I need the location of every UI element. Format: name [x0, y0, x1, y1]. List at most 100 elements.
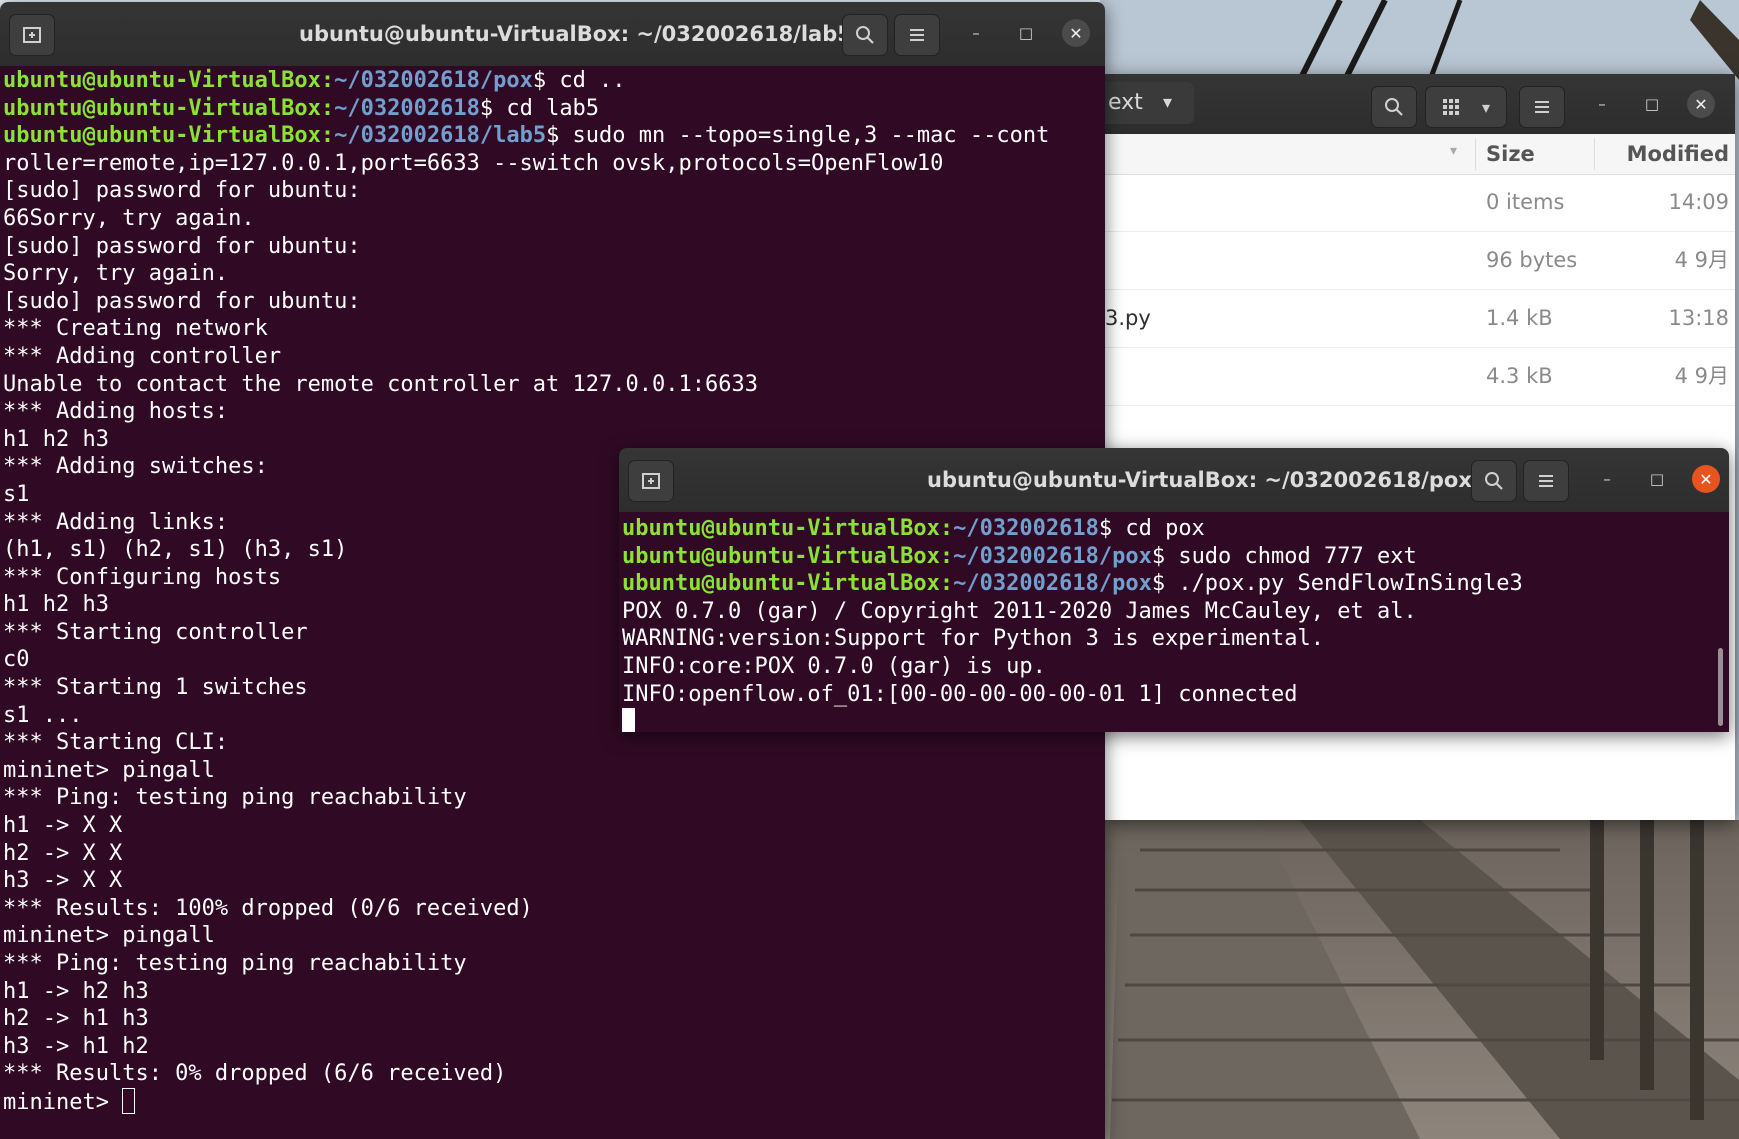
- close-icon[interactable]: ✕: [1062, 19, 1090, 47]
- terminal-line: mininet> pingall: [3, 757, 1105, 785]
- output-text: (h1, s1) (h2, s1) (h3, s1): [3, 537, 348, 563]
- menu-button[interactable]: [1523, 460, 1569, 502]
- terminal-line: INFO:openflow.of_01:[00-00-00-00-00-01 1…: [622, 681, 1729, 709]
- terminal-line: 66Sorry, try again.: [3, 205, 1105, 233]
- terminal-line: *** Starting CLI:: [3, 729, 1105, 757]
- search-button[interactable]: [842, 14, 888, 56]
- minimize-icon[interactable]: –: [962, 19, 990, 47]
- file-manager-headerbar: ext ▾ ▾ – □ ✕: [1105, 74, 1735, 135]
- file-row[interactable]: 4.3 kB 4 9月: [1105, 348, 1735, 406]
- new-tab-icon: [23, 27, 41, 43]
- output-text: *** Configuring hosts: [3, 564, 282, 590]
- terminal-line: INFO:core:POX 0.7.0 (gar) is up.: [622, 653, 1729, 681]
- terminal-line: *** Adding controller: [3, 343, 1105, 371]
- output-text: *** Starting controller: [3, 619, 308, 645]
- file-row[interactable]: 0 items 14:09: [1105, 174, 1735, 232]
- output-text: h2 -> h1 h3: [3, 1006, 149, 1032]
- menu-icon: [1539, 475, 1553, 487]
- menu-button[interactable]: [894, 14, 940, 56]
- path-breadcrumb[interactable]: ext ▾: [1105, 82, 1194, 124]
- terminal-line: mininet>: [3, 1087, 1105, 1116]
- terminal-line: ubuntu@ubuntu-VirtualBox:~/032002618$ cd…: [622, 515, 1729, 543]
- maximize-icon[interactable]: □: [1638, 90, 1666, 118]
- new-tab-icon: [642, 473, 660, 489]
- command-text: $ sudo mn --topo=single,3 --mac --cont: [546, 123, 1050, 149]
- text-cursor: [622, 708, 635, 732]
- output-text: s1 ...: [3, 702, 83, 728]
- output-text: *** Results: 0% dropped (6/6 received): [3, 1061, 507, 1087]
- prompt-user: ubuntu@ubuntu-VirtualBox: [622, 543, 940, 569]
- file-row[interactable]: 96 bytes 4 9月: [1105, 232, 1735, 290]
- prompt-path: ~/032002618/pox: [953, 571, 1152, 597]
- view-toggle-button[interactable]: ▾: [1425, 86, 1507, 128]
- output-text: h3 -> h1 h2: [3, 1033, 149, 1059]
- close-icon[interactable]: ✕: [1687, 90, 1715, 118]
- minimize-icon[interactable]: –: [1588, 90, 1616, 118]
- search-icon: [1485, 472, 1503, 490]
- terminal-line: [622, 708, 1729, 732]
- output-text: h1 h2 h3: [3, 592, 109, 618]
- terminal-line: *** Ping: testing ping reachability: [3, 784, 1105, 812]
- sort-arrow-icon[interactable]: ▾: [1450, 143, 1457, 159]
- grid-view-icon: [1442, 99, 1459, 115]
- search-button[interactable]: [1471, 460, 1517, 502]
- terminal-line: ubuntu@ubuntu-VirtualBox:~/032002618$ cd…: [3, 95, 1105, 123]
- file-size: 1.4 kB: [1486, 306, 1553, 330]
- breadcrumb-label: ext: [1108, 90, 1143, 115]
- output-text: 66Sorry, try again.: [3, 205, 255, 231]
- search-icon: [856, 26, 874, 44]
- maximize-icon[interactable]: □: [1012, 19, 1040, 47]
- prompt-path: ~/032002618/pox: [334, 68, 533, 93]
- new-tab-button[interactable]: [9, 14, 55, 56]
- output-text: Unable to contact the remote controller …: [3, 371, 758, 397]
- size-column-header[interactable]: Size: [1486, 134, 1535, 174]
- output-text: h3 -> X X: [3, 868, 123, 894]
- modified-column-header[interactable]: Modified: [1627, 134, 1729, 174]
- output-text: INFO:core:POX 0.7.0 (gar) is up.: [622, 653, 1046, 679]
- view-options-icon[interactable]: ▾: [1482, 98, 1490, 117]
- maximize-icon[interactable]: □: [1643, 465, 1671, 493]
- dropdown-arrow-icon[interactable]: ▾: [1163, 82, 1172, 124]
- scrollbar[interactable]: [1718, 648, 1723, 726]
- terminal-line: [sudo] password for ubuntu:: [3, 177, 1105, 205]
- output-text: [sudo] password for ubuntu:: [3, 178, 361, 204]
- file-size: 0 items: [1486, 190, 1565, 214]
- menu-icon: [1535, 101, 1549, 113]
- output-text: *** Starting 1 switches: [3, 675, 308, 701]
- output-text: Sorry, try again.: [3, 261, 229, 287]
- terminal-line: *** Results: 0% dropped (6/6 received): [3, 1060, 1105, 1088]
- command-text: $ cd pox: [1098, 516, 1205, 541]
- menu-button[interactable]: [1519, 86, 1565, 128]
- output-text: [sudo] password for ubuntu:: [3, 288, 361, 314]
- prompt-separator: :: [320, 95, 335, 121]
- prompt-user: ubuntu@ubuntu-VirtualBox: [3, 95, 321, 121]
- terminal-line: [sudo] password for ubuntu:: [3, 233, 1105, 261]
- terminal-line: Sorry, try again.: [3, 260, 1105, 288]
- output-text: WARNING:version:Support for Python 3 is …: [622, 626, 1324, 652]
- terminal-line: mininet> pingall: [3, 922, 1105, 950]
- terminal-output[interactable]: ubuntu@ubuntu-VirtualBox:~/032002618$ cd…: [619, 512, 1729, 732]
- command-text: $ ./pox.py SendFlowInSingle3: [1151, 571, 1523, 597]
- file-row[interactable]: 3.py 1.4 kB 13:18: [1105, 290, 1735, 348]
- output-text: INFO:openflow.of_01:[00-00-00-00-00-01 1…: [622, 681, 1298, 707]
- new-tab-button[interactable]: [628, 460, 674, 502]
- terminal-line: ubuntu@ubuntu-VirtualBox:~/032002618/pox…: [622, 543, 1729, 571]
- output-text: *** Adding controller: [3, 343, 282, 369]
- terminal-line: ubuntu@ubuntu-VirtualBox:~/032002618/pox…: [3, 67, 1105, 95]
- prompt-path: ~/032002618: [953, 516, 1099, 541]
- prompt-separator: :: [320, 68, 335, 93]
- terminal-line: h2 -> h1 h3: [3, 1005, 1105, 1033]
- terminal-window-pox: ubuntu@ubuntu-VirtualBox: ~/032002618/po…: [619, 448, 1729, 732]
- terminal-line: [sudo] password for ubuntu:: [3, 288, 1105, 316]
- close-icon[interactable]: ✕: [1692, 465, 1720, 493]
- file-modified: 13:18: [1668, 306, 1729, 330]
- prompt-separator: :: [939, 543, 954, 569]
- terminal-line: *** Creating network: [3, 315, 1105, 343]
- terminal-line: *** Adding hosts:: [3, 398, 1105, 426]
- search-button[interactable]: [1371, 86, 1417, 128]
- minimize-icon[interactable]: –: [1593, 465, 1621, 493]
- output-text: s1: [3, 481, 30, 507]
- output-text: mininet> pingall: [3, 757, 215, 783]
- prompt-user: ubuntu@ubuntu-VirtualBox: [3, 68, 321, 93]
- terminal-line: h2 -> X X: [3, 840, 1105, 868]
